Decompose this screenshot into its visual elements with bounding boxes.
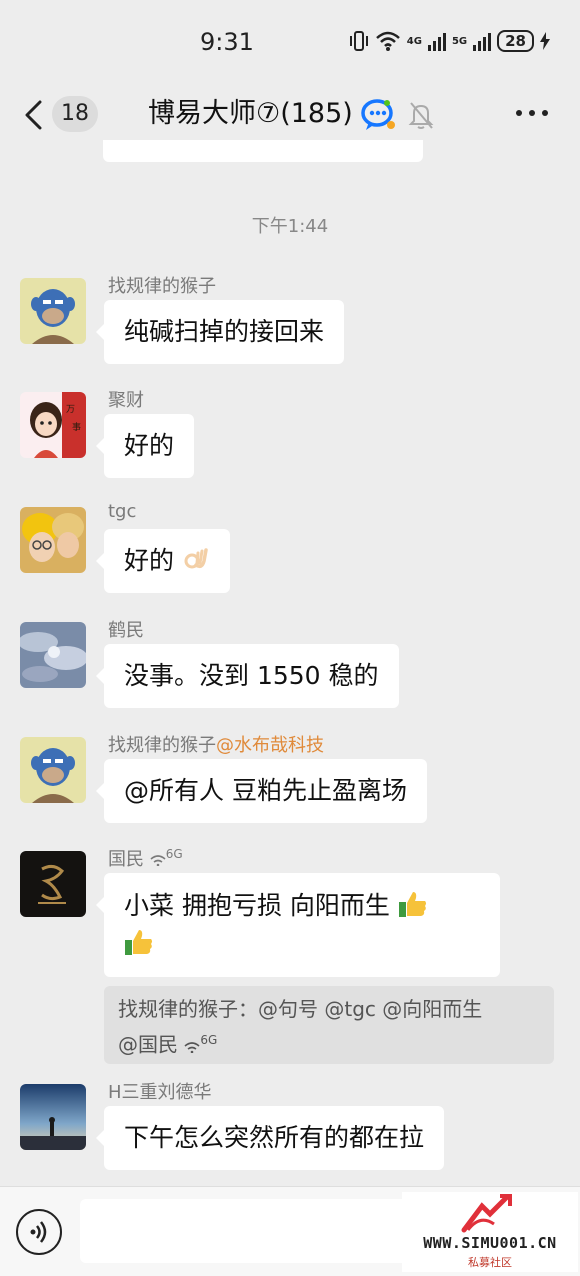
signal-icon-b: [473, 31, 492, 51]
ape-avatar[interactable]: [20, 737, 86, 803]
unread-count-badge[interactable]: 18: [52, 96, 98, 132]
thumbs-up-icon: [398, 892, 426, 917]
signal-icon-a: [427, 31, 446, 51]
quote-line-1: 找规律的猴子：@句号 @tgc @向阳而生: [118, 997, 483, 1021]
message-bubble[interactable]: 纯碱扫掉的接回来: [95, 300, 345, 364]
sender-name: 找规律的猴子: [108, 276, 216, 297]
simu-logo-icon: [461, 1194, 512, 1233]
sender-name: 国民 6G: [108, 845, 183, 871]
message-bubble[interactable]: 好的: [95, 414, 195, 478]
ape-avatar[interactable]: [20, 278, 86, 344]
message-text: 好的: [124, 546, 175, 575]
watermark-domain: WWW.SIMU001.CN: [423, 1234, 557, 1252]
vibrate-icon: [349, 31, 368, 51]
sender-label: 找规律的猴子: [108, 735, 216, 756]
status-time: 9:31: [200, 28, 254, 56]
sunset-avatar[interactable]: [20, 1084, 86, 1150]
message-bubble[interactable]: 好的: [96, 529, 230, 593]
message-bubble[interactable]: 小菜 拥抱亏损 向阳而生: [96, 873, 500, 977]
quote-mention: @国民: [118, 1032, 178, 1057]
status-bar: 9:31 4G 5G 28: [0, 0, 580, 80]
timestamp-separator: 下午1:44: [251, 216, 329, 237]
quoted-message[interactable]: 找规律的猴子：@句号 @tgc @向阳而生 @国民 6G: [104, 986, 554, 1064]
network-label-b: 5G: [451, 35, 468, 47]
bell-off-icon: [408, 102, 434, 129]
thumbs-up-icon: [125, 930, 152, 955]
network-label-a: 4G: [406, 35, 422, 47]
girl-avatar[interactable]: 万 事: [20, 392, 86, 458]
sender-name: 找规律的猴子@水布哉科技: [108, 731, 324, 757]
watermark-subtitle: 私募社区: [468, 1256, 512, 1269]
mention-link[interactable]: @水布哉科技: [216, 735, 324, 756]
chat-title: 博易大师⑦(185): [148, 98, 353, 129]
wifi-icon: [375, 31, 400, 51]
quote-tag: 6G: [200, 1033, 218, 1047]
charging-icon: [540, 32, 550, 50]
message-bubble[interactable]: 下午怎么突然所有的都在拉: [95, 1106, 445, 1170]
couple-avatar[interactable]: [20, 507, 86, 573]
message-input[interactable]: [80, 1199, 410, 1263]
qq-group-icon[interactable]: [360, 98, 398, 132]
message-bubble[interactable]: 没事。没到 1550 稳的: [96, 644, 399, 708]
more-dots-icon[interactable]: [516, 110, 548, 116]
watermark: WWW.SIMU001.CN 私募社区: [402, 1192, 578, 1272]
dark-avatar[interactable]: [20, 851, 86, 917]
sender-label: 国民: [108, 849, 144, 870]
voice-icon[interactable]: [16, 1209, 62, 1255]
sender-name: 鹤民: [108, 620, 144, 641]
sender-name: H三重刘德华: [108, 1082, 212, 1103]
status-icons: 4G 5G 28: [349, 30, 550, 52]
battery-indicator: 28: [497, 30, 534, 52]
wifi-icon: [184, 1041, 200, 1053]
sky-avatar[interactable]: [20, 622, 86, 688]
sender-name: tgc: [108, 501, 137, 522]
message-text: 小菜 拥抱亏损 向阳而生: [124, 891, 390, 920]
quote-line-2: @国民 6G: [118, 1025, 540, 1061]
message-bubble[interactable]: @所有人 豆粕先止盈离场: [96, 759, 427, 823]
previous-message-bubble: [103, 140, 423, 162]
sender-tag: 6G: [165, 847, 183, 861]
ok-hand-icon: [184, 548, 208, 569]
svg-text:万: 万: [66, 405, 75, 415]
wifi-icon: [150, 855, 166, 867]
sender-name: 聚财: [108, 390, 144, 411]
svg-text:事: 事: [72, 421, 81, 433]
chevron-left-icon[interactable]: [22, 100, 46, 130]
